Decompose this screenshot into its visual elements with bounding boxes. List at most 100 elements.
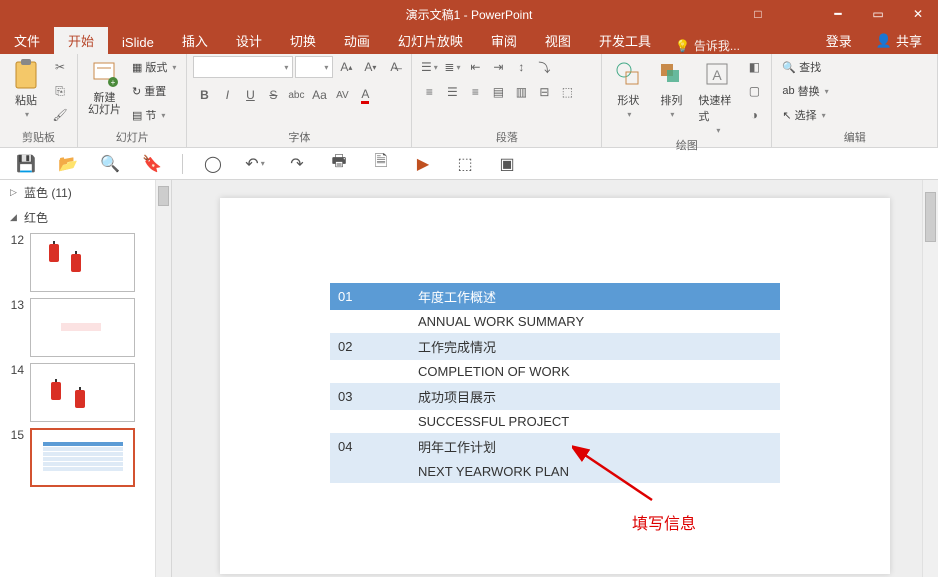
font-color-button[interactable]: A [354,84,376,106]
align-justify-button[interactable]: ▤ [487,81,509,103]
align-right-button[interactable]: ≡ [464,81,486,103]
slide-thumb-15[interactable]: 15 [0,425,171,490]
tab-file[interactable]: 文件 [0,27,54,54]
layout-button[interactable]: ▦版式▾ [128,56,180,78]
cut-button[interactable]: ✂ [49,56,71,78]
grow-font-button[interactable]: A▴ [335,56,357,78]
bullet-list-button[interactable]: ☰▾ [418,56,440,78]
table-row[interactable]: NEXT YEARWORK PLAN [330,460,780,483]
tags-button[interactable]: 🔖 [140,152,164,176]
quick-style-button[interactable]: A 快速样式▾ [694,56,740,137]
align-left-button[interactable]: ≡ [418,81,440,103]
select-button[interactable]: ↖选择▾ [778,104,832,126]
format-painter-button[interactable]: 🖌 [49,104,71,126]
underline-button[interactable]: U [239,84,261,106]
arrange-button[interactable]: 排列▾ [651,56,691,121]
font-family-combo[interactable]: ▾ [193,56,293,78]
align-center-button[interactable]: ☰ [441,81,463,103]
restore-btn[interactable]: ▭ [858,0,898,28]
tab-insert[interactable]: 插入 [168,27,222,54]
slide-canvas[interactable]: 01年度工作概述ANNUAL WORK SUMMARY02工作完成情况COMPL… [220,198,890,574]
table-row[interactable]: SUCCESSFUL PROJECT [330,410,780,433]
align-vert-button[interactable]: ⊟ [533,81,555,103]
preview-button[interactable]: 🗎 [369,152,393,176]
save-button[interactable]: 💾 [14,152,38,176]
shapes-button[interactable]: 形状▾ [608,56,648,121]
smartart-button[interactable]: ⬚ [556,81,578,103]
open-button[interactable]: 📂 [56,152,80,176]
table-row[interactable]: 02工作完成情况 [330,333,780,360]
section-blue[interactable]: ▷ 蓝色 (11) [0,180,171,205]
slide-thumb-13[interactable]: 13 [0,295,171,360]
section-button[interactable]: ▤节▾ [128,104,180,126]
new-slide-button[interactable]: + 新建 幻灯片 [84,56,125,118]
tab-start[interactable]: 开始 [54,27,108,54]
scrollbar-handle[interactable] [158,186,169,206]
columns-button[interactable]: ▥ [510,81,532,103]
shrink-font-button[interactable]: A▾ [359,56,381,78]
ribbon-display-options[interactable]: □ [738,0,778,28]
slide-thumb-14[interactable]: 14 [0,360,171,425]
shape-fill-button[interactable]: ◧ [743,56,765,78]
indent-increase-button[interactable]: ⇥ [487,56,509,78]
content-table[interactable]: 01年度工作概述ANNUAL WORK SUMMARY02工作完成情况COMPL… [330,283,780,483]
tab-transition[interactable]: 切换 [276,27,330,54]
replace-button[interactable]: ab替换▾ [778,80,832,102]
tab-islide[interactable]: iSlide [108,31,168,54]
table-row[interactable]: 04明年工作计划 [330,433,780,460]
paste-button[interactable]: 粘贴 ▾ [6,56,46,121]
copy-button[interactable]: ⎘ [49,80,71,102]
thumbnail-scrollbar[interactable] [155,180,171,577]
format-button[interactable]: ▣ [495,152,519,176]
minimize-btn[interactable]: ━ [818,0,858,28]
search-qat-button[interactable]: 🔍 [98,152,122,176]
font-size-combo[interactable]: ▾ [295,56,333,78]
insert-button[interactable]: ⬚ [453,152,477,176]
tab-slideshow[interactable]: 幻灯片放映 [384,27,477,54]
indent-decrease-button[interactable]: ⇤ [464,56,486,78]
tab-view[interactable]: 视图 [531,27,585,54]
login-btn[interactable]: 登录 [818,27,860,54]
number-list-button[interactable]: ≣▾ [441,56,463,78]
shape-outline-button[interactable]: ▢ [743,80,765,102]
text-direction-button[interactable]: ⤵ [533,56,555,78]
ribbon: 粘贴 ▾ ✂ ⎘ 🖌 剪贴板 + 新建 幻灯片 ▦版式▾ ↻重置 ▤节▾ [0,54,938,148]
find-button[interactable]: 🔍查找 [778,56,832,78]
kerning-button[interactable]: AV [331,84,353,106]
slide-thumb-12[interactable]: 12 [0,230,171,295]
tab-review[interactable]: 审阅 [477,27,531,54]
slide-thumbnail [30,363,135,422]
line-spacing-button[interactable]: ↕ [510,56,532,78]
slides-group-label: 幻灯片 [84,129,180,146]
table-row[interactable]: 03成功项目展示 [330,383,780,410]
table-row[interactable]: COMPLETION OF WORK [330,360,780,383]
cell-num [330,360,410,383]
share-btn[interactable]: 👤 共享 [868,27,930,54]
table-row[interactable]: ANNUAL WORK SUMMARY [330,310,780,333]
table-row[interactable]: 01年度工作概述 [330,283,780,310]
italic-button[interactable]: I [216,84,238,106]
redo-button[interactable]: ↷ [285,152,309,176]
canvas-scrollbar[interactable] [922,180,938,577]
change-case-button[interactable]: Aa [308,84,330,106]
char-spacing-button[interactable]: abc [285,84,307,106]
strike-button[interactable]: S [262,84,284,106]
close-btn[interactable]: ✕ [898,0,938,28]
tab-design[interactable]: 设计 [222,27,276,54]
section-red[interactable]: ◢ 红色 [0,205,171,230]
undo-button[interactable]: ↶▾ [243,152,267,176]
print-button[interactable]: 🖶 [327,152,351,176]
arrange-icon [655,58,687,90]
reset-button[interactable]: ↻重置 [128,80,180,102]
tellme-search[interactable]: 💡 告诉我... [675,37,740,54]
shape-effects-button[interactable]: ◑ [743,104,765,126]
bold-button[interactable]: B [193,84,215,106]
scrollbar-handle[interactable] [925,192,936,242]
tab-animation[interactable]: 动画 [330,27,384,54]
quick-style-icon: A [701,58,733,90]
tab-devtools[interactable]: 开发工具 [585,27,665,54]
folder-open-icon: 📂 [58,154,78,174]
version-button[interactable]: ◯ [201,152,225,176]
clear-format-button[interactable]: A̶ [383,56,405,78]
play-button[interactable]: ▶ [411,152,435,176]
